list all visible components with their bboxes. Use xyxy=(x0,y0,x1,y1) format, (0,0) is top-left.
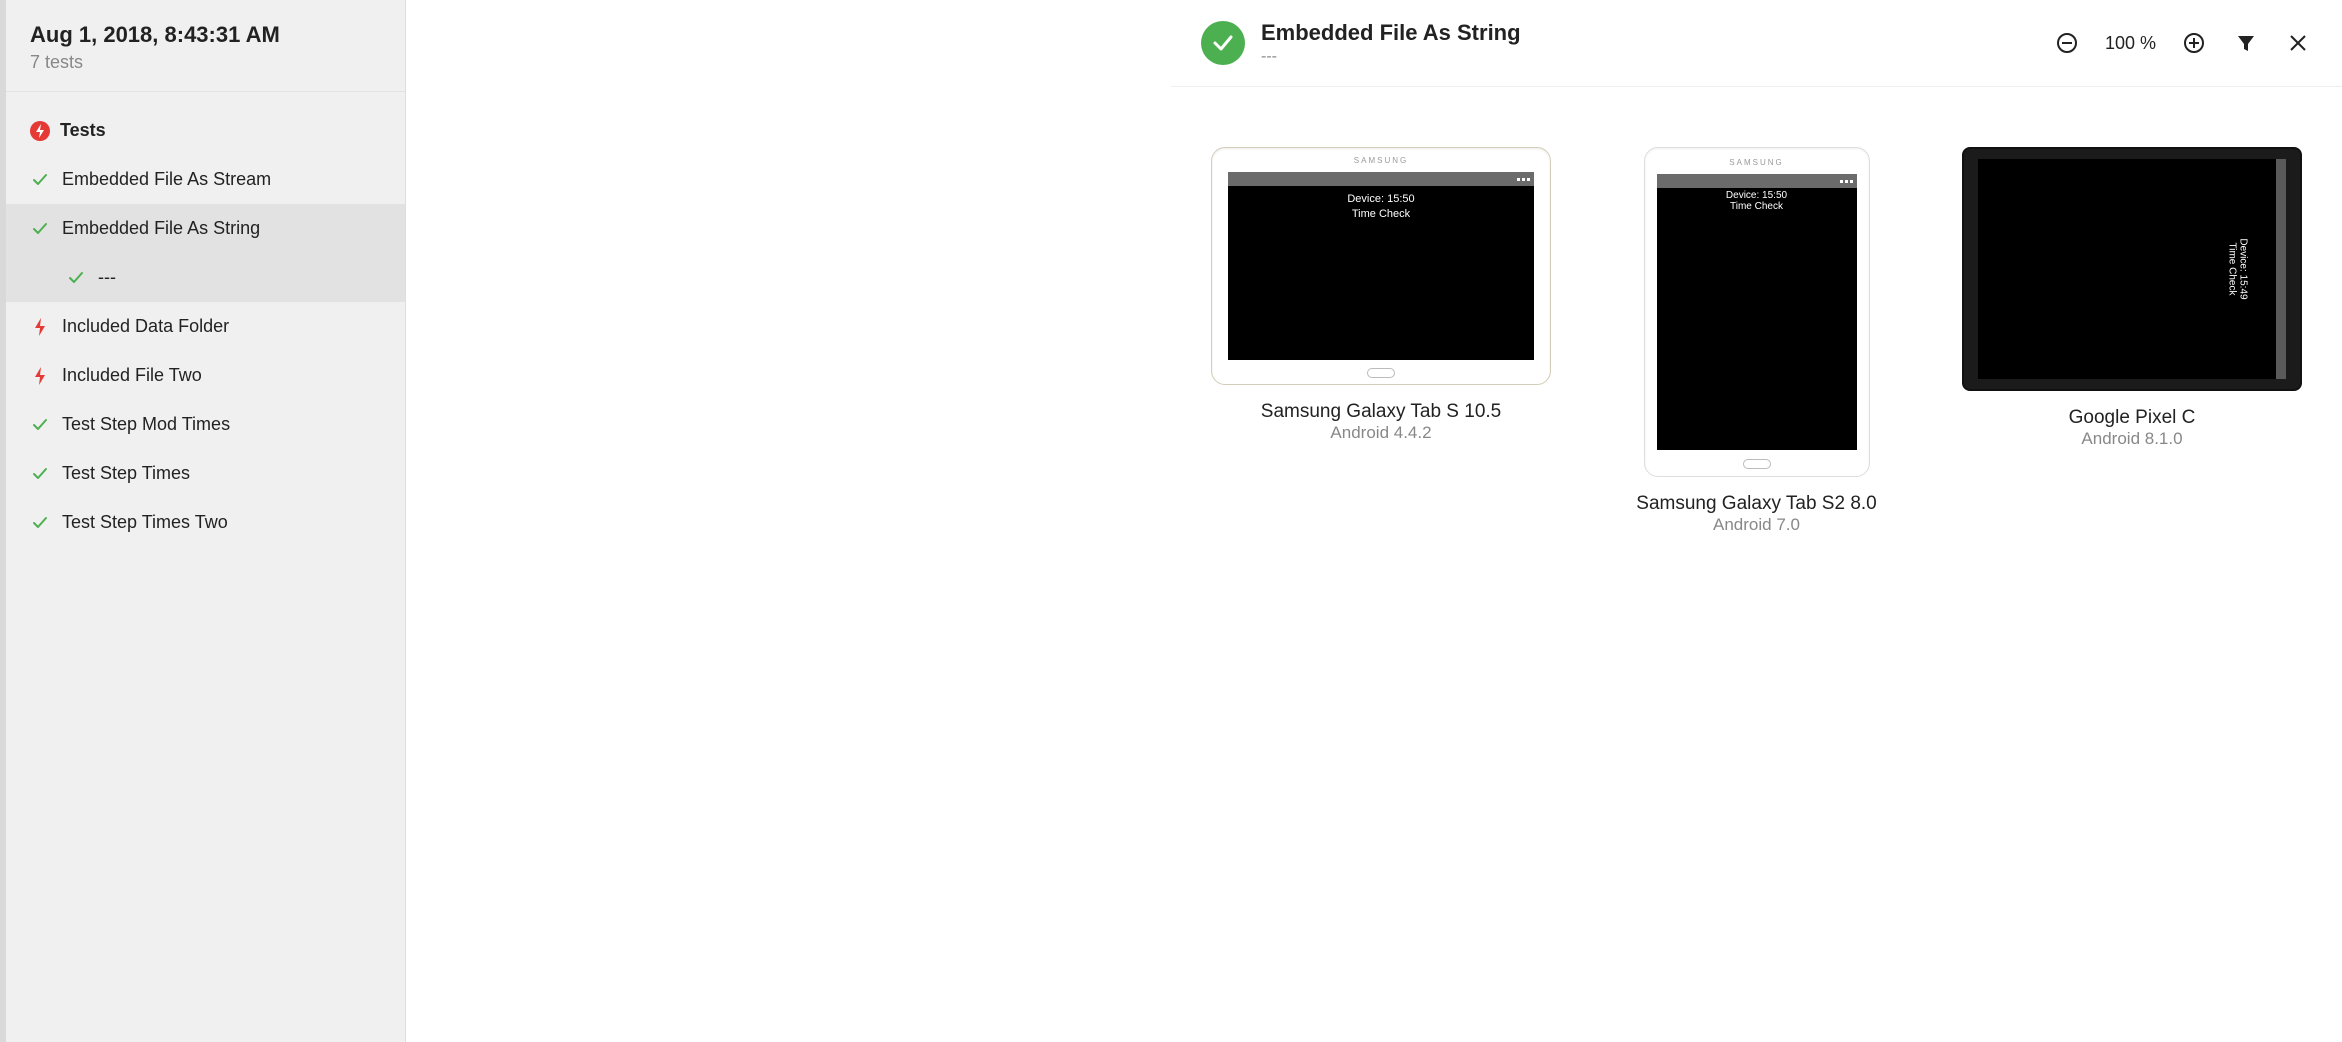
nav-section-tests[interactable]: Tests xyxy=(6,106,405,155)
nav-item-included-file-two[interactable]: Included File Two xyxy=(6,351,405,400)
nav-item-label: Included Data Folder xyxy=(62,316,229,337)
device-screen: Device: 15:49 Time Check xyxy=(1978,159,2286,379)
tablet-mockup-dark: Device: 15:49 Time Check xyxy=(1962,147,2302,391)
screen-line-2: Time Check xyxy=(2226,243,2237,296)
bolt-icon xyxy=(30,366,50,386)
device-os: Android 8.1.0 xyxy=(2069,429,2196,449)
check-icon xyxy=(30,464,50,484)
app-root: Aug 1, 2018, 8:43:31 AM 7 tests Tests Em… xyxy=(0,0,2342,1042)
device-name: Samsung Galaxy Tab S2 8.0 xyxy=(1636,493,1876,515)
device-card-galaxy-tab-s-10-5[interactable]: SAMSUNG Device: 15:50 Time Check xyxy=(1211,147,1551,443)
close-button[interactable] xyxy=(2284,29,2312,57)
nav-item-label: Embedded File As String xyxy=(62,218,260,239)
nav-item-label: Test Step Times xyxy=(62,463,190,484)
nav-subitem-placeholder[interactable]: --- xyxy=(6,253,405,302)
scrollbar-icon xyxy=(2276,159,2286,379)
nav-item-label: Embedded File As Stream xyxy=(62,169,271,190)
status-pass-badge xyxy=(1201,21,1245,65)
screen-line-2: Time Check xyxy=(1352,208,1410,220)
test-nav: Tests Embedded File As Stream Embedded F… xyxy=(6,92,405,547)
nav-item-label: Included File Two xyxy=(62,365,202,386)
device-brand-label: SAMSUNG xyxy=(1645,158,1869,167)
device-labels: Google Pixel C Android 8.1.0 xyxy=(2069,407,2196,449)
screen-text: Device: 15:50 Time Check xyxy=(1657,190,1857,212)
sidebar-header: Aug 1, 2018, 8:43:31 AM 7 tests xyxy=(6,0,405,92)
home-button-icon xyxy=(1743,459,1771,469)
device-frame: Device: 15:49 Time Check xyxy=(1962,147,2302,391)
topbar: Embedded File As String --- 100 % xyxy=(1171,0,2342,87)
run-test-count: 7 tests xyxy=(30,52,381,73)
nav-item-label: Test Step Mod Times xyxy=(62,414,230,435)
screen-text: Device: 15:49 Time Check xyxy=(2226,238,2248,299)
check-icon xyxy=(30,513,50,533)
screen-line-2: Time Check xyxy=(1730,201,1783,212)
check-icon xyxy=(66,268,86,288)
device-brand-label: SAMSUNG xyxy=(1212,156,1550,165)
zoom-level: 100 % xyxy=(2105,33,2156,54)
zoom-in-button[interactable] xyxy=(2180,29,2208,57)
nav-item-embedded-file-as-string[interactable]: Embedded File As String xyxy=(6,204,405,253)
nav-item-test-step-times[interactable]: Test Step Times xyxy=(6,449,405,498)
check-icon xyxy=(30,415,50,435)
device-screen: Device: 15:50 Time Check xyxy=(1228,172,1534,360)
device-card-galaxy-tab-s2-8-0[interactable]: SAMSUNG Device: 15:50 Time Check xyxy=(1591,147,1922,535)
topbar-subtitle: --- xyxy=(1261,48,2037,66)
device-name: Samsung Galaxy Tab S 10.5 xyxy=(1261,401,1501,423)
android-status-bar xyxy=(1657,174,1857,188)
topbar-title: Embedded File As String xyxy=(1261,20,2037,46)
nav-section-label: Tests xyxy=(60,120,106,141)
check-icon xyxy=(30,219,50,239)
screen-line-1: Device: 15:50 xyxy=(1347,193,1414,205)
screen-text: Device: 15:50 Time Check xyxy=(1228,192,1534,223)
zoom-out-button[interactable] xyxy=(2053,29,2081,57)
bolt-circle-icon xyxy=(30,121,50,141)
check-icon xyxy=(30,170,50,190)
sidebar-wrap: Aug 1, 2018, 8:43:31 AM 7 tests Tests Em… xyxy=(0,0,1171,1042)
device-frame: SAMSUNG Device: 15:50 Time Check xyxy=(1644,147,1870,477)
nav-item-test-step-mod-times[interactable]: Test Step Mod Times xyxy=(6,400,405,449)
device-grid: SAMSUNG Device: 15:50 Time Check xyxy=(1171,87,2342,1042)
sidebar: Aug 1, 2018, 8:43:31 AM 7 tests Tests Em… xyxy=(6,0,406,1042)
nav-item-embedded-file-as-stream[interactable]: Embedded File As Stream xyxy=(6,155,405,204)
device-name: Google Pixel C xyxy=(2069,407,2196,429)
tablet-mockup-landscape: SAMSUNG Device: 15:50 Time Check xyxy=(1211,147,1551,385)
screen-line-1: Device: 15:50 xyxy=(1726,190,1787,201)
main-panel: Embedded File As String --- 100 % xyxy=(1171,0,2342,1042)
topbar-controls: 100 % xyxy=(2053,29,2312,57)
bolt-icon xyxy=(30,317,50,337)
device-labels: Samsung Galaxy Tab S 10.5 Android 4.4.2 xyxy=(1261,401,1501,443)
device-frame: SAMSUNG Device: 15:50 Time Check xyxy=(1211,147,1551,385)
device-os: Android 4.4.2 xyxy=(1261,423,1501,443)
device-os: Android 7.0 xyxy=(1636,515,1876,535)
nav-item-included-data-folder[interactable]: Included Data Folder xyxy=(6,302,405,351)
run-timestamp: Aug 1, 2018, 8:43:31 AM xyxy=(30,22,381,48)
device-screen: Device: 15:50 Time Check xyxy=(1657,174,1857,450)
nav-item-label: --- xyxy=(98,267,116,288)
nav-item-test-step-times-two[interactable]: Test Step Times Two xyxy=(6,498,405,547)
home-button-icon xyxy=(1367,368,1395,378)
check-icon xyxy=(1210,30,1236,56)
filter-button[interactable] xyxy=(2232,29,2260,57)
tablet-mockup-portrait: SAMSUNG Device: 15:50 Time Check xyxy=(1644,147,1870,477)
nav-item-label: Test Step Times Two xyxy=(62,512,228,533)
device-labels: Samsung Galaxy Tab S2 8.0 Android 7.0 xyxy=(1636,493,1876,535)
android-status-bar xyxy=(1228,172,1534,186)
screen-line-1: Device: 15:49 xyxy=(2237,238,2248,299)
topbar-titles: Embedded File As String --- xyxy=(1261,20,2037,66)
device-card-pixel-c[interactable]: Device: 15:49 Time Check Google Pixel C … xyxy=(1962,147,2302,449)
